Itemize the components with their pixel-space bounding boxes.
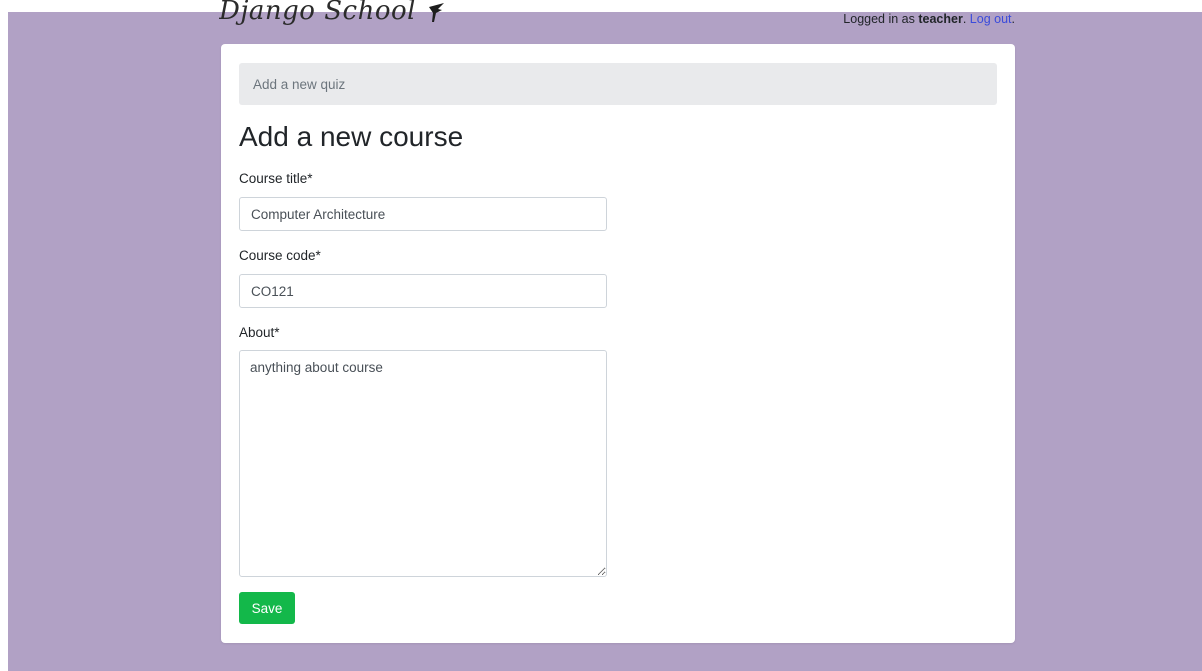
- dancer-icon: [428, 3, 444, 22]
- logged-in-prefix: Logged in as: [843, 12, 919, 26]
- brand[interactable]: Django School: [219, 0, 446, 34]
- user-status: Logged in as teacher. Log out.: [843, 12, 1015, 26]
- brand-title: Django School: [219, 0, 416, 26]
- course-title-input[interactable]: [239, 197, 607, 231]
- user-status-suffix: .: [1011, 12, 1015, 26]
- course-code-label: Course code*: [239, 248, 321, 263]
- form-card: Add a new quiz Add a new course Course t…: [221, 44, 1015, 643]
- about-textarea[interactable]: anything about course: [239, 350, 607, 577]
- course-title-label: Course title*: [239, 171, 313, 186]
- username: teacher: [918, 12, 963, 26]
- breadcrumb[interactable]: Add a new quiz: [239, 63, 997, 105]
- breadcrumb-item-add-quiz[interactable]: Add a new quiz: [253, 77, 345, 92]
- save-button[interactable]: Save: [239, 592, 295, 624]
- logout-link[interactable]: Log out: [970, 12, 1012, 26]
- user-status-separator: .: [962, 12, 970, 26]
- course-code-input[interactable]: [239, 274, 607, 308]
- page-title: Add a new course: [239, 121, 464, 152]
- about-label: About*: [239, 325, 280, 340]
